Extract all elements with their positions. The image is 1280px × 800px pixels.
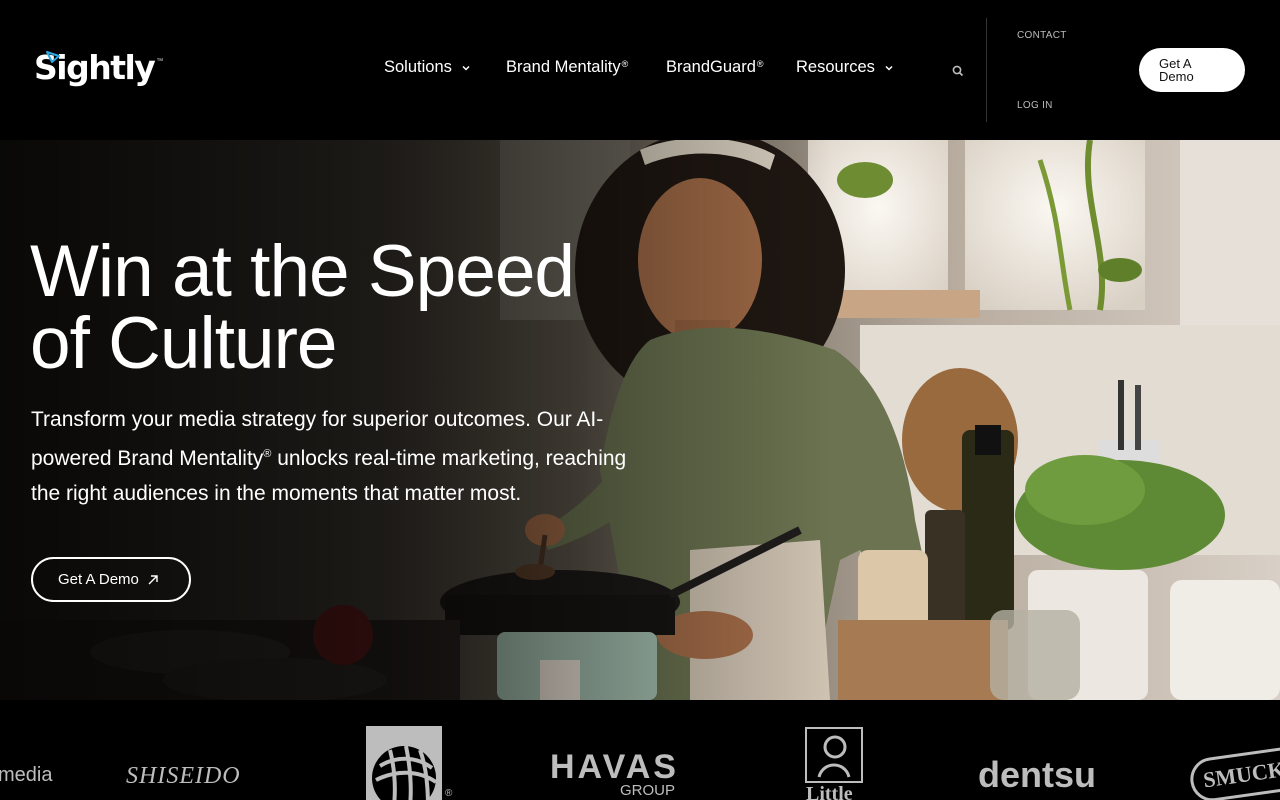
hero-subtitle: Transform your media strategy for superi… xyxy=(31,402,641,511)
logo-smuckers-text: SMUCKE xyxy=(1201,754,1280,793)
hero-title: Win at the Speed of Culture xyxy=(30,235,630,380)
registered-mark: ® xyxy=(445,788,453,799)
nav-item-label: Resources xyxy=(796,58,875,76)
nav-item-resources[interactable]: Resources xyxy=(796,58,893,77)
logo-media: media xyxy=(0,764,53,786)
nav-item-solutions[interactable]: Solutions xyxy=(384,58,470,77)
header-divider xyxy=(986,18,987,122)
login-link[interactable]: LOG IN xyxy=(1017,100,1053,111)
arrow-up-right-icon xyxy=(148,574,158,584)
chevron-down-icon xyxy=(885,65,893,71)
logo-trademark: ™ xyxy=(156,58,164,65)
client-logo-strip: media SHISEIDO ® HAVAS GROUP Little dent… xyxy=(0,700,1280,800)
sightly-logo[interactable]: Sightly ™ xyxy=(34,48,163,87)
chevron-down-icon xyxy=(462,65,470,71)
nav-item-label: Solutions xyxy=(384,58,452,76)
registered-mark: ® xyxy=(621,58,629,69)
contact-link[interactable]: CONTACT xyxy=(1017,30,1067,41)
logo-little: Little xyxy=(806,783,853,800)
united-globe-logo xyxy=(366,726,442,800)
nav-item-brand-mentality[interactable]: Brand Mentality ® xyxy=(506,58,628,77)
logo-dentsu: dentsu xyxy=(978,754,1097,795)
hero-title-line: of Culture xyxy=(30,303,337,384)
cta-label: Get A Demo xyxy=(58,571,139,588)
get-demo-hero-button[interactable]: Get A Demo xyxy=(31,557,191,602)
get-demo-header-button[interactable]: Get A Demo xyxy=(1139,48,1245,92)
registered-mark: ® xyxy=(756,58,764,69)
logo-smuckers: SMUCKE xyxy=(1187,743,1280,800)
button-label-line: Demo xyxy=(1159,69,1194,84)
nav-item-label: BrandGuard xyxy=(666,58,756,76)
nav-item-brandguard[interactable]: BrandGuard ® xyxy=(666,58,764,77)
logo-play-icon xyxy=(46,51,60,63)
nav-item-label: Brand Mentality xyxy=(506,58,621,76)
hero-section: Win at the Speed of Culture Transform yo… xyxy=(0,140,1280,700)
search-icon[interactable] xyxy=(951,64,965,78)
site-header: Sightly ™ Solutions Brand Mentality ® Bra… xyxy=(0,0,1280,140)
hero-title-line: Win at the Speed xyxy=(30,231,575,312)
logo-havas-group: GROUP xyxy=(620,782,676,799)
logo-shiseido: SHISEIDO xyxy=(126,763,241,789)
little-caesars-logo-icon xyxy=(805,727,863,783)
